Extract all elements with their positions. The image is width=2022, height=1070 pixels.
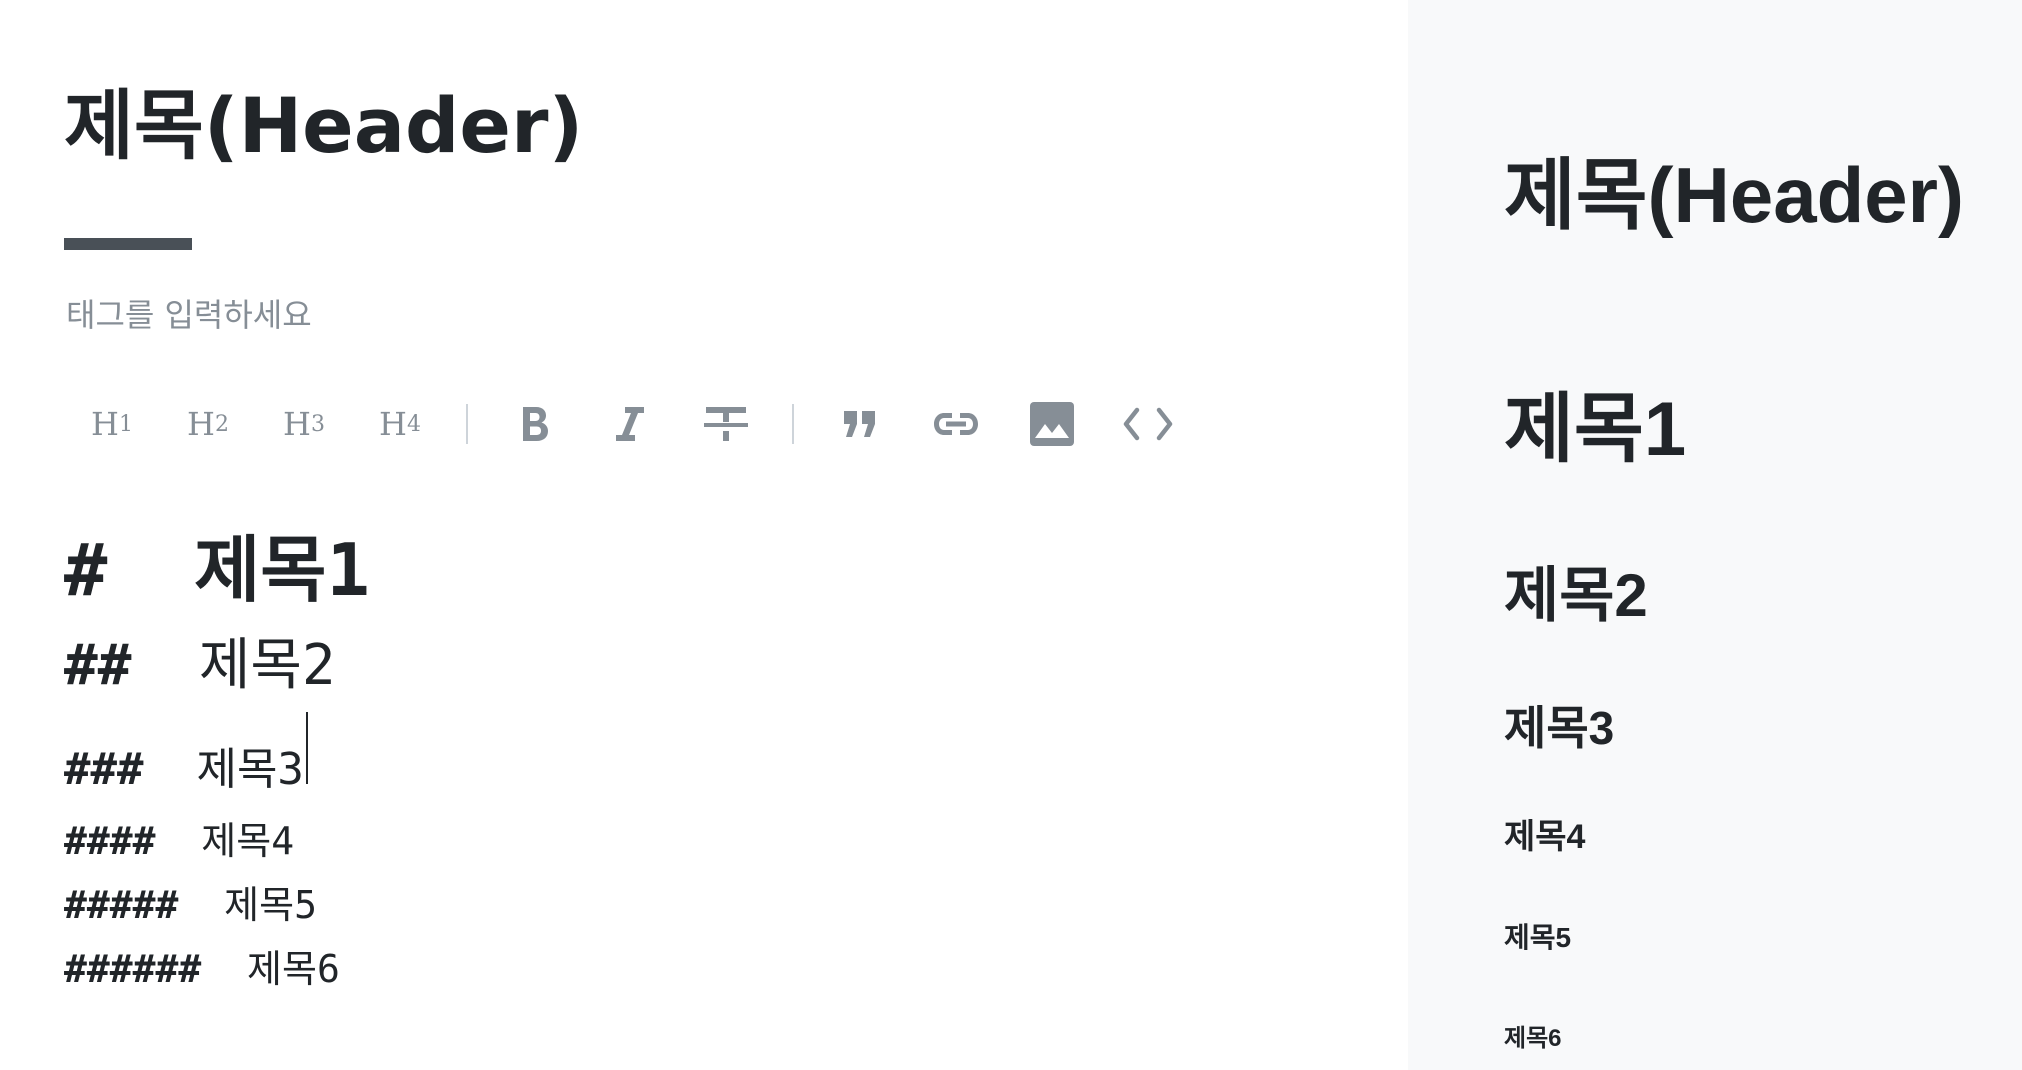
toolbar-separator	[466, 404, 468, 444]
heading-marker: ###	[64, 744, 144, 795]
code-line: # 제목1	[64, 520, 370, 620]
preview-heading-5: 제목5	[1504, 922, 1572, 953]
title-input[interactable]: 제목(Header)	[64, 76, 583, 176]
preview-heading-3: 제목3	[1504, 702, 1615, 754]
heading2-button[interactable]: H2	[160, 392, 256, 456]
heading2-label: H	[187, 405, 215, 443]
preview-heading-4: 제목4	[1504, 818, 1586, 856]
heading-text: 제목6	[247, 947, 340, 991]
heading-text: 제목4	[201, 819, 295, 863]
italic-icon	[616, 407, 644, 441]
heading3-label: H	[283, 405, 311, 443]
editor-toolbar: H1 H2 H3 H4	[64, 392, 1196, 456]
editor-pane: 제목(Header) H1 H2 H3 H4	[0, 0, 1408, 1070]
markdown-editor[interactable]: # 제목1 ## 제목2 ### 제목3 #### 제목4 ##### 제목5 …	[64, 520, 370, 1001]
preview-heading-1: 제목1	[1504, 387, 1687, 472]
code-icon	[1123, 407, 1173, 441]
heading4-label: H	[379, 405, 407, 443]
heading2-sub: 2	[214, 411, 229, 437]
preview-pane: 제목(Header) 제목1 제목2 제목3 제목4 제목5 제목6	[1408, 0, 2022, 1070]
heading3-button[interactable]: H3	[256, 392, 352, 456]
heading-text: 제목1	[194, 528, 370, 612]
italic-button[interactable]	[582, 392, 678, 456]
text-cursor	[305, 712, 308, 784]
link-icon	[934, 413, 978, 435]
code-line: ##### 제목5	[64, 873, 370, 937]
heading-marker: ####	[64, 819, 156, 863]
heading1-sub: 1	[118, 411, 133, 437]
heading-marker: ######	[64, 947, 202, 991]
heading-marker: #####	[64, 883, 179, 927]
preview-heading-2: 제목2	[1504, 562, 1648, 629]
heading4-button[interactable]: H4	[352, 392, 448, 456]
heading4-sub: 4	[406, 411, 421, 437]
heading-text: 제목2	[198, 633, 336, 698]
velog-write-page: 제목(Header) H1 H2 H3 H4	[0, 0, 2022, 1070]
strikethrough-icon	[704, 407, 748, 441]
heading-marker: #	[64, 528, 108, 612]
heading3-sub: 3	[310, 411, 325, 437]
code-line: ###### 제목6	[64, 937, 370, 1001]
quote-icon	[844, 411, 875, 437]
code-button[interactable]	[1100, 392, 1196, 456]
title-divider	[64, 238, 192, 250]
code-line: ## 제목2	[64, 620, 370, 712]
code-line: #### 제목4	[64, 809, 370, 873]
bold-button[interactable]	[486, 392, 582, 456]
heading-text: 제목3	[196, 744, 304, 795]
heading-marker: ##	[64, 633, 132, 698]
tag-input[interactable]	[66, 290, 666, 340]
image-button[interactable]	[1004, 392, 1100, 456]
image-icon	[1030, 402, 1074, 446]
preview-title: 제목(Header)	[1504, 151, 1964, 239]
preview-heading-6: 제목6	[1504, 1025, 1562, 1052]
code-line: ### 제목3	[64, 712, 370, 809]
heading1-label: H	[91, 405, 119, 443]
quote-button[interactable]	[812, 392, 908, 456]
bold-icon	[523, 407, 548, 441]
heading1-button[interactable]: H1	[64, 392, 160, 456]
heading-text: 제목5	[224, 883, 317, 927]
strikethrough-button[interactable]	[678, 392, 774, 456]
link-button[interactable]	[908, 392, 1004, 456]
toolbar-separator	[792, 404, 794, 444]
